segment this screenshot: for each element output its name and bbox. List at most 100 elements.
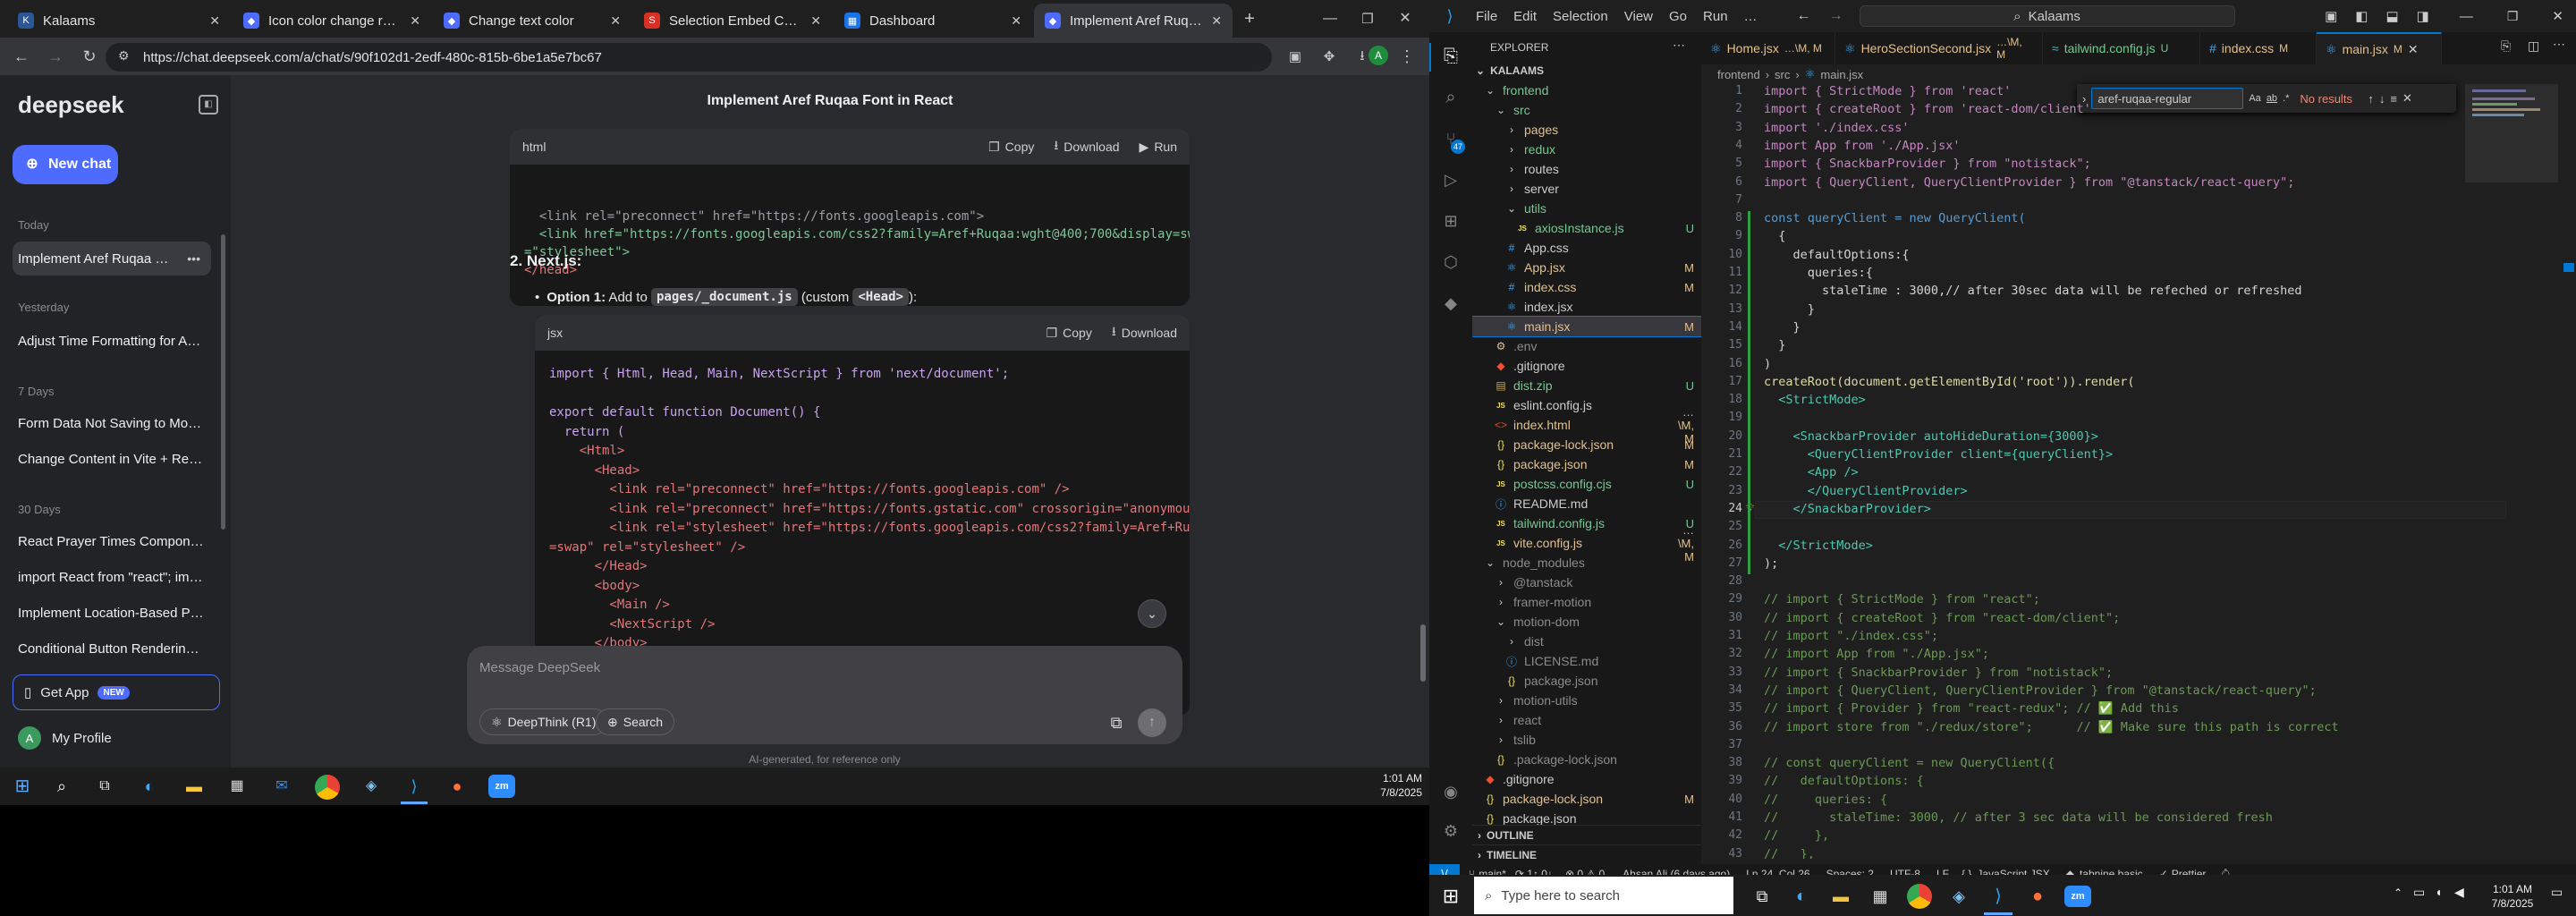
file-item[interactable]: ⓘ LICENSE.md	[1472, 651, 1701, 671]
chat-item[interactable]: Implement Location-Based Praye	[13, 596, 211, 630]
new-tab-icon[interactable]: +	[1238, 7, 1261, 30]
file-item[interactable]: JS tailwind.config.js U	[1472, 513, 1701, 533]
minimap[interactable]	[2465, 84, 2558, 182]
collapse-sidebar-icon[interactable]: ◧	[199, 95, 218, 114]
chat-item[interactable]: Form Data Not Saving to Mongo	[13, 406, 211, 440]
more-actions-icon[interactable]: ⋯	[2553, 38, 2565, 50]
tabnine-icon[interactable]: ◆	[1439, 292, 1462, 315]
browser-tab[interactable]: ◆Icon color change request✕	[233, 4, 431, 38]
scroll-down-icon[interactable]: ⌄	[1138, 599, 1166, 628]
folder-item[interactable]: › pages	[1472, 120, 1701, 140]
taskbar-search-box[interactable]: ⌕ Type here to search	[1474, 877, 1733, 914]
download-button[interactable]: ⭳ Download	[1054, 136, 1119, 157]
file-item[interactable]: {} package.json M	[1472, 454, 1701, 474]
more-options-icon[interactable]: •••	[187, 251, 200, 266]
outline-section[interactable]: › OUTLINE	[1472, 825, 1701, 844]
zoom-icon[interactable]: zm	[488, 775, 515, 798]
search-icon[interactable]: ⌕	[1439, 86, 1462, 109]
new-chat-button[interactable]: ⊕ New chat	[13, 145, 118, 184]
sidebar-scrollbar[interactable]	[221, 234, 225, 530]
back-icon[interactable]: ←	[9, 44, 34, 69]
editor-tab[interactable]: ≈ tailwind.config.js U	[2043, 32, 2200, 64]
chrome-icon[interactable]	[1907, 884, 1932, 909]
editor-tab-active[interactable]: ⚛ main.jsx M ✕	[2317, 32, 2442, 64]
folder-item[interactable]: › redux	[1472, 140, 1701, 159]
copy-button[interactable]: ❐ Copy	[1046, 326, 1092, 341]
menu-selection[interactable]: Selection	[1553, 9, 1608, 24]
split-right-icon[interactable]: ◫	[2528, 39, 2539, 52]
folder-item[interactable]: ⌄ motion-dom	[1472, 612, 1701, 632]
store-icon[interactable]: ▦	[1868, 884, 1893, 909]
profile-avatar[interactable]: A	[1368, 46, 1388, 65]
file-item[interactable]: ⚛ index.jsx	[1472, 297, 1701, 317]
deepthink-button[interactable]: ⚛ DeepThink (R1)	[479, 708, 608, 735]
file-item[interactable]: <> index.html …\M, M	[1472, 405, 1701, 445]
file-item[interactable]: # index.css M	[1472, 277, 1701, 297]
chat-item[interactable]: Conditional Button Rendering w	[13, 632, 211, 666]
nav-back-icon[interactable]: ←	[1797, 9, 1811, 23]
folder-item[interactable]: ⌄ src	[1472, 100, 1701, 120]
minimize-icon[interactable]: —	[2460, 10, 2473, 23]
remote-icon[interactable]: ⬡	[1439, 250, 1462, 274]
edge-icon[interactable]: ◐	[1789, 884, 1814, 909]
workspace-root[interactable]: ⌄ KALAAMS	[1476, 64, 1544, 77]
maximize-icon[interactable]: ❐	[2507, 10, 2519, 22]
file-item[interactable]: ▤ dist.zip U	[1472, 376, 1701, 395]
url-field[interactable]: ⚙ https://chat.deepseek.com/a/chat/s/90f…	[106, 43, 1272, 72]
volume-icon[interactable]: ◀	[2454, 886, 2464, 898]
folder-item[interactable]: ⌄ node_modules	[1472, 553, 1701, 572]
run-button[interactable]: ▶ Run	[1140, 140, 1177, 155]
file-item[interactable]: ◆ .gitignore	[1472, 356, 1701, 376]
menu-edit[interactable]: Edit	[1513, 9, 1537, 24]
file-item[interactable]: ⓘ README.md	[1472, 494, 1701, 513]
file-item[interactable]: # App.css	[1472, 238, 1701, 258]
menu-go[interactable]: Go	[1669, 9, 1687, 24]
notification-icon[interactable]: ▭	[2551, 886, 2563, 898]
file-item[interactable]: JS vite.config.js …\M, M	[1472, 523, 1701, 564]
toggle-sidebar-icon[interactable]: ◧	[2355, 10, 2368, 23]
file-explorer-icon[interactable]: ▬	[1828, 884, 1853, 909]
file-item[interactable]: ⚛ App.jsx M	[1472, 258, 1701, 277]
deepseek-logo[interactable]: deepseek	[18, 91, 124, 119]
windows-start-icon[interactable]: ⊞	[1438, 884, 1463, 909]
search-button[interactable]: ⊕ Search	[596, 708, 675, 735]
browser-tab[interactable]: ◆ Change text color ✕	[433, 4, 631, 38]
folder-item[interactable]: › framer-motion	[1472, 592, 1701, 612]
site-info-icon[interactable]: ⚙	[118, 49, 130, 62]
settings-gear-icon[interactable]: ⚙	[1439, 819, 1462, 843]
folder-item[interactable]: › tslib	[1472, 730, 1701, 750]
firefox-icon[interactable]: ●	[2025, 884, 2050, 909]
puzzle-icon[interactable]: ✥	[1317, 44, 1342, 69]
network-icon[interactable]: ◖	[2435, 886, 2442, 898]
reload-icon[interactable]: ↻	[77, 44, 102, 69]
command-center[interactable]: ⌕ Kalaams	[1859, 5, 2235, 27]
browser-tab-active[interactable]: ◆Implement Aref Ruqaa Font✕	[1034, 4, 1233, 38]
folder-item[interactable]: › routes	[1472, 159, 1701, 179]
menu-run[interactable]: Run	[1703, 9, 1728, 24]
task-view-icon[interactable]: ⧉	[93, 775, 116, 798]
app-icon[interactable]: ◈	[360, 775, 383, 798]
send-button[interactable]: ↑	[1138, 708, 1166, 737]
close-icon[interactable]: ✕	[1011, 13, 1021, 29]
explorer-icon[interactable]: ⎘	[1439, 45, 1462, 68]
task-view-icon[interactable]: ⧉	[1750, 884, 1775, 909]
editor-tab[interactable]: ⚛ HeroSectionSecond.jsx …\M, M	[1835, 32, 2043, 64]
get-app-button[interactable]: ▯ Get App NEW	[13, 674, 220, 710]
menu-view[interactable]: View	[1624, 9, 1653, 24]
menu-dots-icon[interactable]: ⋮	[1395, 44, 1419, 69]
folder-item[interactable]: ⌄ utils	[1472, 199, 1701, 218]
editor-tab[interactable]: # index.css M	[2200, 32, 2317, 64]
file-item[interactable]: ◆ .gitignore	[1472, 769, 1701, 789]
close-icon[interactable]: ✕	[610, 13, 621, 29]
toggle-secondary-icon[interactable]: ◨	[2417, 10, 2429, 23]
folder-item[interactable]: › dist	[1472, 632, 1701, 651]
folder-item[interactable]: › motion-utils	[1472, 691, 1701, 710]
chat-item[interactable]: React Prayer Times Component	[13, 524, 211, 558]
download-button[interactable]: ⭳ Download	[1112, 322, 1177, 344]
layout-icon[interactable]: ▣	[2325, 10, 2337, 23]
vscode-icon[interactable]: ⟩	[402, 775, 426, 798]
close-icon[interactable]: ✕	[810, 13, 821, 29]
editor-scrollbar[interactable]	[2563, 84, 2574, 853]
chat-item[interactable]: import React from "react"; impor	[13, 560, 211, 594]
mail-icon[interactable]: ✉	[270, 775, 293, 798]
